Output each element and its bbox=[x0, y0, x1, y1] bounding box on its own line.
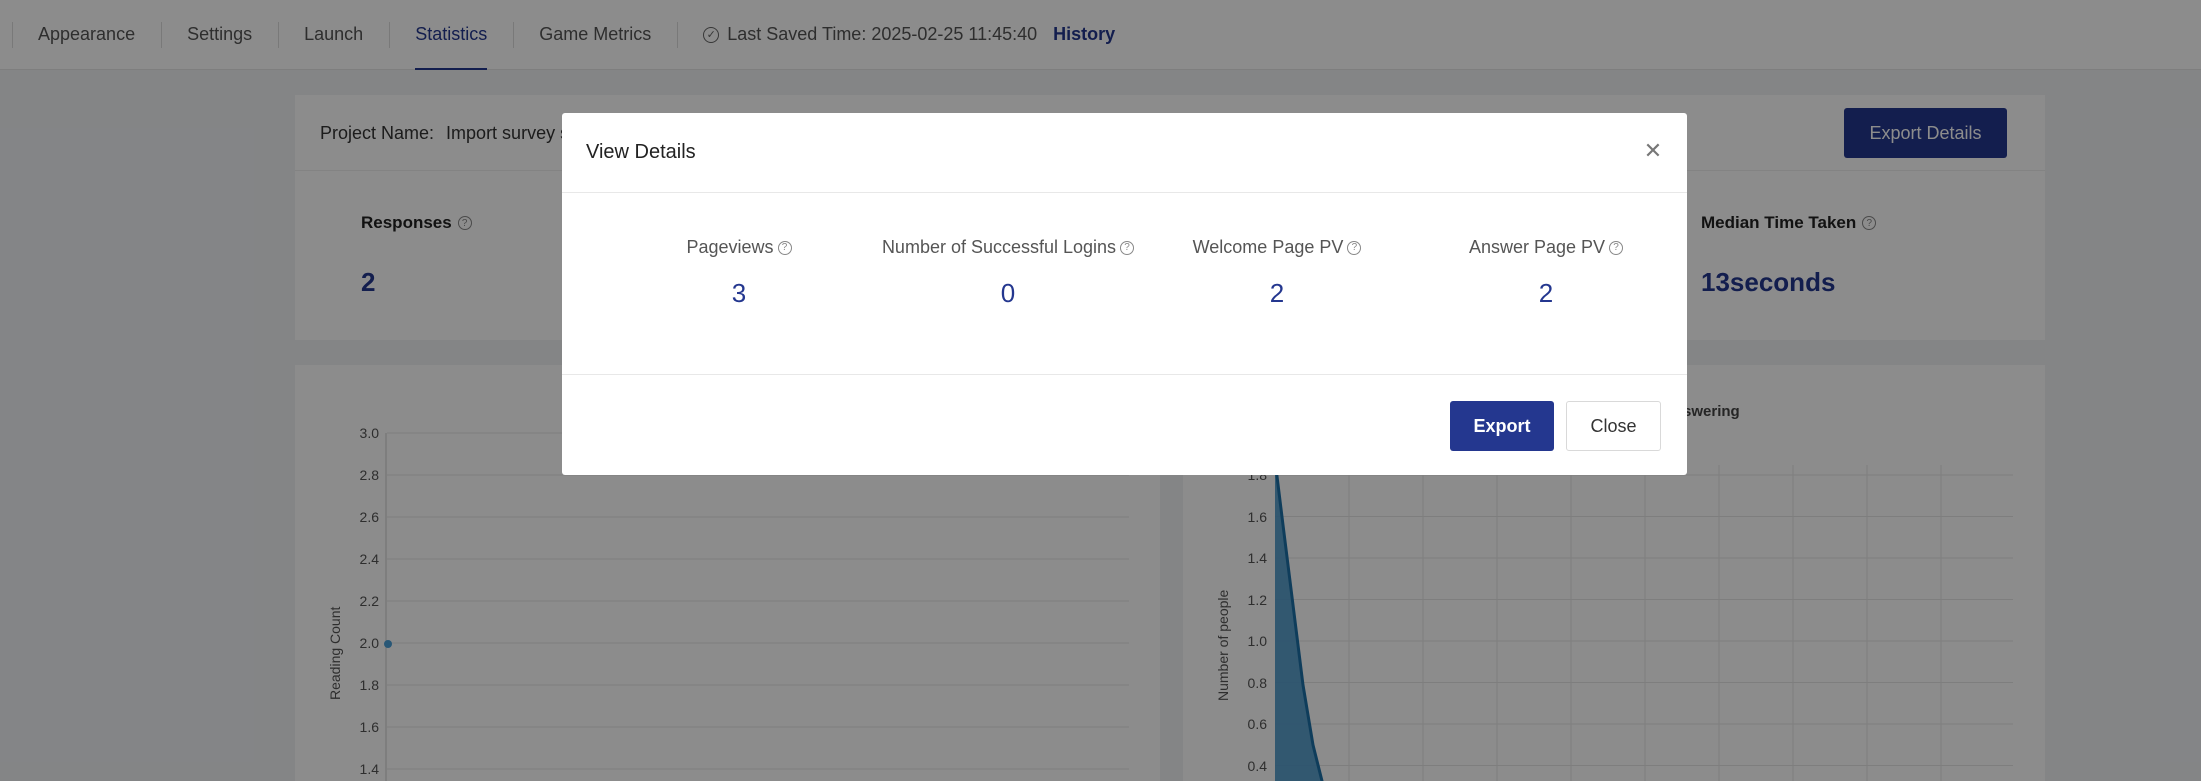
metric-pageviews: Pageviews? 3 bbox=[604, 237, 874, 309]
metric-label: Number of Successful Logins bbox=[881, 237, 1117, 257]
metrics-row: Pageviews? 3 Number of Successful Logins… bbox=[562, 193, 1687, 375]
metric-label: Answer Page PV bbox=[1468, 237, 1606, 257]
metric-welcome-page-pv: Welcome Page PV? 2 bbox=[1142, 237, 1412, 309]
close-icon[interactable]: ✕ bbox=[1643, 140, 1663, 162]
help-icon[interactable]: ? bbox=[1609, 240, 1624, 255]
help-icon[interactable]: ? bbox=[1120, 240, 1135, 255]
help-icon[interactable]: ? bbox=[1347, 240, 1362, 255]
modal-title: View Details bbox=[586, 141, 696, 163]
metric-value: 2 bbox=[1269, 278, 1285, 308]
metric-label: Welcome Page PV bbox=[1192, 237, 1344, 257]
metric-value: 3 bbox=[731, 278, 747, 308]
modal-header: View Details ✕ bbox=[562, 113, 1687, 193]
export-button[interactable]: Export bbox=[1450, 401, 1554, 451]
close-button[interactable]: Close bbox=[1566, 401, 1661, 451]
view-details-modal: View Details ✕ Pageviews? 3 Number of Su… bbox=[562, 113, 1687, 475]
modal-footer: Export Close bbox=[562, 375, 1687, 475]
help-icon[interactable]: ? bbox=[777, 240, 792, 255]
metric-value: 2 bbox=[1538, 278, 1554, 308]
metric-value: 0 bbox=[1000, 278, 1016, 308]
metric-answer-page-pv: Answer Page PV? 2 bbox=[1411, 237, 1681, 309]
metric-successful-logins: Number of Successful Logins? 0 bbox=[873, 237, 1143, 309]
metric-label: Pageviews bbox=[686, 237, 774, 257]
